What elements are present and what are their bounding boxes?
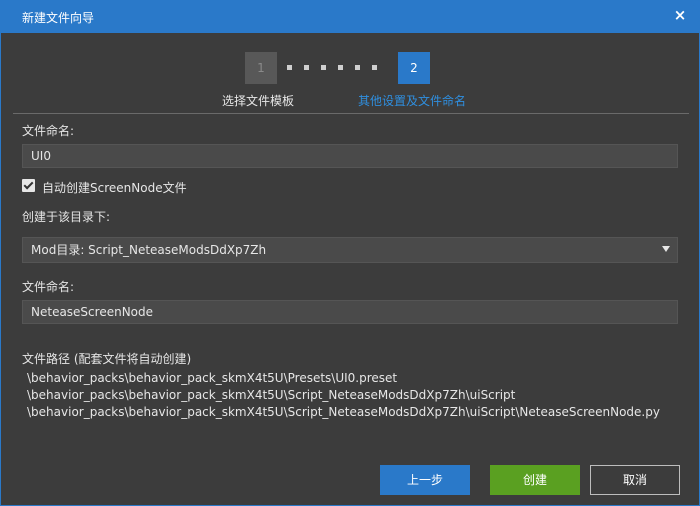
previous-step-button[interactable]: 上一步 — [380, 465, 470, 495]
file-path-line: \behavior_packs\behavior_pack_skmX4t5U\S… — [27, 388, 516, 402]
title-bar: 新建文件向导 × — [1, 0, 700, 33]
divider — [13, 113, 689, 114]
filename-label: 文件命名: — [22, 124, 75, 138]
step-connector-dots — [287, 65, 387, 71]
cancel-button[interactable]: 取消 — [590, 465, 680, 495]
node-filename-input[interactable]: NeteaseScreenNode — [22, 300, 678, 324]
directory-label: 创建于该目录下: — [22, 210, 111, 224]
filename-input[interactable]: UI0 — [22, 144, 678, 168]
step-1-label: 选择文件模板 — [222, 94, 295, 108]
auto-create-checkbox[interactable] — [22, 179, 35, 192]
close-icon[interactable]: × — [671, 6, 689, 24]
file-path-label: 文件路径 (配套文件将自动创建) — [22, 352, 192, 366]
create-button[interactable]: 创建 — [490, 465, 580, 495]
directory-select[interactable]: Mod目录: Script_NeteaseModsDdXp7Zh — [22, 237, 678, 263]
node-filename-label: 文件命名: — [22, 280, 75, 294]
auto-create-label: 自动创建ScreenNode文件 — [42, 181, 187, 195]
window-title: 新建文件向导 — [22, 11, 95, 25]
file-path-line: \behavior_packs\behavior_pack_skmX4t5U\P… — [27, 371, 398, 385]
step-1-indicator: 1 — [245, 52, 277, 84]
step-2-label: 其他设置及文件命名 — [358, 94, 467, 108]
dropdown-arrow-icon — [662, 246, 670, 252]
file-path-line: \behavior_packs\behavior_pack_skmX4t5U\S… — [27, 405, 660, 419]
directory-select-value: Mod目录: Script_NeteaseModsDdXp7Zh — [31, 243, 267, 257]
new-file-wizard-dialog: 新建文件向导 × 1 2 选择文件模板 其他设置及文件命名 文件命名: UI0 … — [0, 0, 700, 506]
step-2-indicator: 2 — [398, 52, 430, 84]
